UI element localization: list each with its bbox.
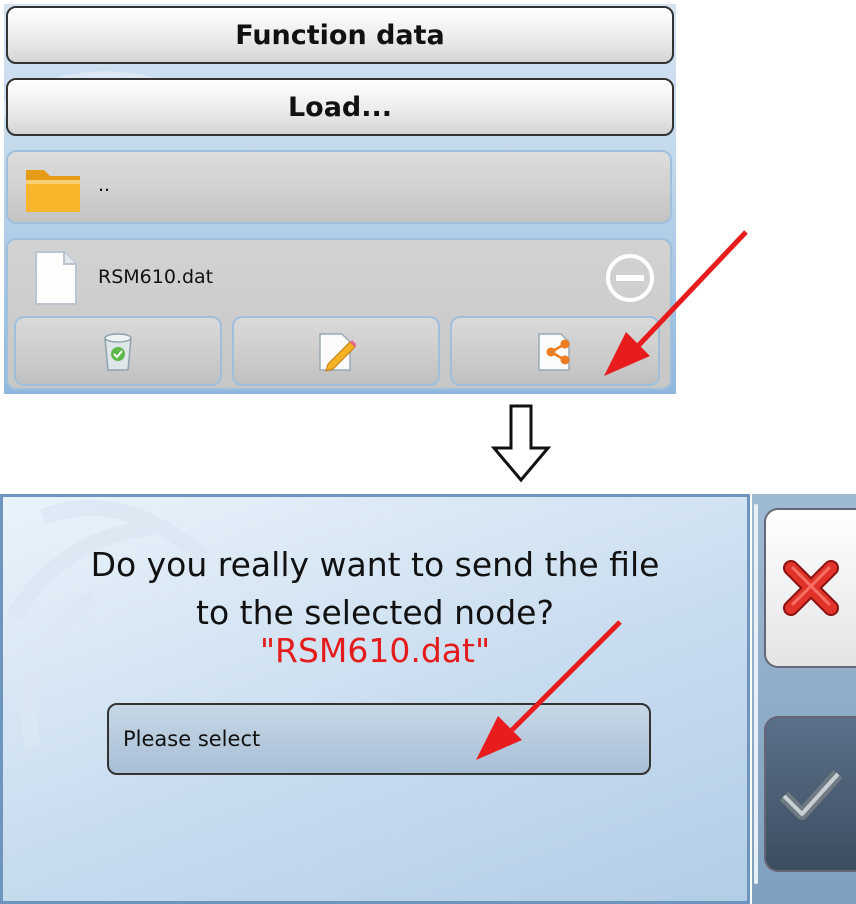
file-name-label: RSM610.dat [98,266,214,288]
dialog-file-name: "RSM610.dat" [259,631,491,670]
folder-icon [26,170,80,212]
send-file-confirm-dialog: Do you really want to send the file to t… [0,494,750,904]
cancel-button[interactable] [764,508,856,668]
collapse-minus-icon[interactable] [604,252,656,304]
share-icon [538,333,570,371]
header-title: Function data [235,19,445,51]
rename-file-button[interactable] [232,316,440,386]
dialog-side-bar [752,494,856,904]
down-arrow-icon [490,404,552,483]
checkmark-icon [780,769,842,820]
file-icon [35,251,77,305]
function-data-header: Function data [6,6,674,64]
delete-file-button[interactable] [14,316,222,386]
scrollbar-track [754,504,758,884]
node-select-dropdown[interactable]: Please select [107,703,651,775]
load-button-label: Load... [287,91,393,123]
pencil-edit-icon [319,333,356,372]
send-file-button[interactable] [450,316,660,386]
load-button[interactable]: Load... [6,78,674,136]
cancel-x-icon [783,560,839,616]
file-browser-panel: Function data Load... .. RSM610.dat [4,4,676,394]
parent-folder-label: .. [98,174,111,196]
dialog-question: Do you really want to send the file to t… [3,541,747,637]
confirm-button[interactable] [764,716,856,872]
trash-icon [104,333,132,371]
parent-folder-row[interactable]: .. [6,150,672,224]
node-select-placeholder: Please select [123,727,261,751]
dialog-question-line-2: to the selected node? [196,593,554,632]
dialog-question-line-1: Do you really want to send the file [90,545,660,584]
